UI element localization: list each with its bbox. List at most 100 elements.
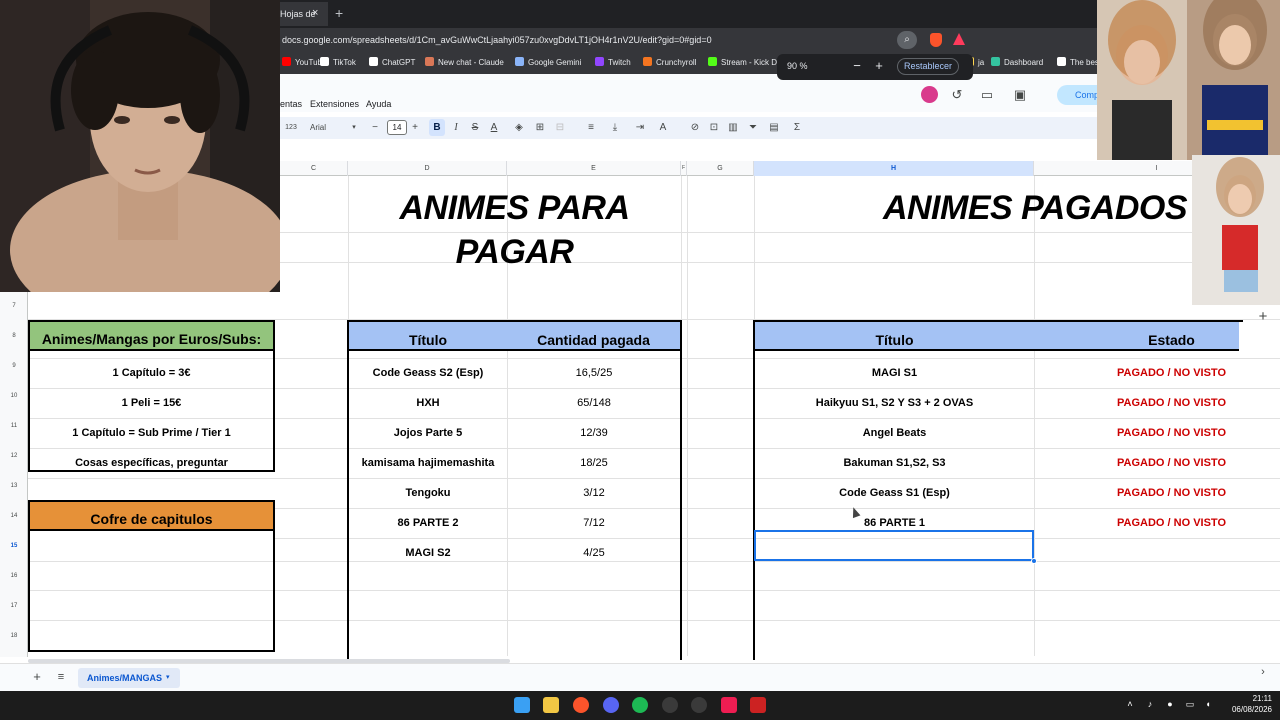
brave-browser-icon[interactable] <box>573 697 589 713</box>
tab-close-icon[interactable]: × <box>312 6 324 20</box>
chart-icon[interactable]: ▥ <box>726 120 740 136</box>
table-cell-titulo[interactable]: Angel Beats <box>755 426 1034 440</box>
chevron-right-icon[interactable]: › <box>1256 665 1270 679</box>
font-size-input[interactable]: 14 <box>387 120 407 135</box>
bookmark-item[interactable]: ChatGPT <box>369 55 415 71</box>
bookmark-item[interactable]: The best <box>1057 55 1101 71</box>
row-header[interactable]: 12 <box>0 450 28 462</box>
discord-icon[interactable] <box>603 697 619 713</box>
bookmark-item[interactable]: New chat - Claude <box>425 55 504 71</box>
table-cell-estado[interactable]: PAGADO / NO VISTO <box>1104 486 1239 500</box>
zoom-reset-button[interactable]: Restablecer <box>897 58 959 75</box>
table-cell-titulo[interactable]: Bakuman S1,S2, S3 <box>755 456 1034 470</box>
borders-icon[interactable]: ⊞ <box>533 120 547 136</box>
column-header-h[interactable]: H <box>754 161 1034 176</box>
table-cell-titulo[interactable]: Jojos Parte 5 <box>349 426 507 440</box>
row-header[interactable]: 11 <box>0 420 28 432</box>
fill-handle[interactable] <box>1031 558 1037 564</box>
history-icon[interactable]: ↺ <box>948 87 966 103</box>
gemini-icon[interactable] <box>921 86 938 103</box>
row-header[interactable]: 13 <box>0 480 28 492</box>
row-header[interactable]: 10 <box>0 390 28 402</box>
all-sheets-button[interactable]: ≡ <box>54 670 68 684</box>
table-cell-titulo[interactable]: Code Geass S2 (Esp) <box>349 366 507 380</box>
column-header-c[interactable]: C <box>280 161 348 176</box>
comment-icon[interactable]: ▭ <box>978 87 996 103</box>
tiktok-live-icon[interactable] <box>721 697 737 713</box>
table-cell-titulo[interactable]: 86 PARTE 2 <box>349 516 507 530</box>
pricing-item[interactable]: 1 Peli = 15€ <box>30 396 273 410</box>
table-cell-estado[interactable]: PAGADO / NO VISTO <box>1104 396 1239 410</box>
col-titulo-header[interactable]: Título <box>755 331 1034 349</box>
row-header[interactable]: 8 <box>0 330 28 342</box>
row-header[interactable]: 9 <box>0 360 28 372</box>
table-cell-titulo[interactable]: HXH <box>349 396 507 410</box>
bold-button[interactable]: B <box>429 119 445 136</box>
table-cell-cantidad[interactable]: 16,5/25 <box>507 366 681 380</box>
obs-secondary-icon[interactable] <box>691 697 707 713</box>
zoom-indicator-icon[interactable]: ⌕ <box>897 31 917 49</box>
functions-button[interactable]: Σ <box>790 120 804 136</box>
merge-cells-icon[interactable]: ⊟ <box>553 120 567 136</box>
chevron-down-icon[interactable]: ▾ <box>349 120 359 136</box>
table-cell-titulo[interactable]: MAGI S2 <box>349 546 507 560</box>
table-cell-titulo[interactable]: 86 PARTE 1 <box>755 516 1034 530</box>
pricing-item[interactable]: Cosas específicas, preguntar <box>30 456 273 470</box>
menu-ayuda[interactable]: Ayuda <box>366 98 391 110</box>
bookmark-item[interactable]: Dashboard <box>991 55 1043 71</box>
decrease-font-size-button[interactable]: − <box>369 120 381 136</box>
text-color-button[interactable]: A <box>487 120 501 136</box>
new-tab-button[interactable]: + <box>335 5 349 21</box>
table-cell-cantidad[interactable]: 7/12 <box>507 516 681 530</box>
table-cell-estado[interactable]: PAGADO / NO VISTO <box>1104 516 1239 530</box>
zoom-out-button[interactable]: − <box>850 58 864 74</box>
add-icon[interactable]: + <box>1256 309 1270 325</box>
align-horizontal-icon[interactable]: ≡ <box>584 120 598 136</box>
table-cell-estado[interactable]: PAGADO / NO VISTO <box>1104 456 1239 470</box>
brave-shield-icon[interactable] <box>930 33 942 47</box>
menu-extensiones[interactable]: Extensiones <box>310 98 359 110</box>
column-header-e[interactable]: E <box>507 161 681 176</box>
increase-font-size-button[interactable]: + <box>409 120 421 136</box>
row-header[interactable]: 16 <box>0 570 28 582</box>
strikethrough-button[interactable]: S <box>468 120 482 136</box>
bookmark-item[interactable]: Twitch <box>595 55 631 71</box>
brave-rewards-icon[interactable] <box>953 33 965 45</box>
col-cantidad-header[interactable]: Cantidad pagada <box>507 331 680 349</box>
menu-herramientas[interactable]: entas <box>280 98 302 110</box>
format-number-button[interactable]: 123 <box>283 120 299 136</box>
fill-color-icon[interactable]: ◈ <box>512 120 526 136</box>
bookmark-item[interactable]: Google Gemini <box>515 55 581 71</box>
column-header-d[interactable]: D <box>348 161 507 176</box>
column-header-g[interactable]: G <box>687 161 754 176</box>
microphone-icon[interactable]: ● <box>1164 698 1176 710</box>
row-header[interactable]: 17 <box>0 600 28 612</box>
table-cell-cantidad[interactable]: 65/148 <box>507 396 681 410</box>
table-cell-titulo[interactable]: Haikyuu S1, S2 Y S3 + 2 OVAS <box>755 396 1034 410</box>
meet-icon[interactable]: ▣ <box>1011 87 1029 103</box>
selected-cell-h15[interactable] <box>754 530 1034 561</box>
row-header[interactable]: 18 <box>0 630 28 642</box>
table-cell-cantidad[interactable]: 18/25 <box>507 456 681 470</box>
sheet-tab-animes-mangas[interactable]: Animes/MANGAS <box>78 668 180 688</box>
file-explorer-icon[interactable] <box>543 697 559 713</box>
table-cell-titulo[interactable]: MAGI S1 <box>755 366 1034 380</box>
zoom-in-button[interactable]: + <box>872 58 886 74</box>
table-cell-cantidad[interactable]: 4/25 <box>507 546 681 560</box>
share-button[interactable]: Comp <box>1057 85 1099 105</box>
clock-time[interactable]: 21:11 <box>1232 693 1272 704</box>
table-cell-cantidad[interactable]: 3/12 <box>507 486 681 500</box>
table-cell-cantidad[interactable]: 12/39 <box>507 426 681 440</box>
table-cell-titulo[interactable]: Code Geass S1 (Esp) <box>755 486 1034 500</box>
chevron-up-icon[interactable]: ˄ <box>1124 698 1136 710</box>
network-icon[interactable]: ▭ <box>1184 698 1196 710</box>
clock-date[interactable]: 06/08/2026 <box>1222 704 1272 715</box>
bookmark-item[interactable]: Crunchyroll <box>643 55 696 71</box>
speaker-icon[interactable]: ♪ <box>1144 698 1156 710</box>
table-cell-titulo[interactable]: kamisama hajimemashita <box>349 456 507 470</box>
pricing-item[interactable]: 1 Capítulo = Sub Prime / Tier 1 <box>30 426 273 440</box>
row-header-selected[interactable]: 15 <box>0 540 28 552</box>
row-header[interactable]: 14 <box>0 510 28 522</box>
table-cell-titulo[interactable]: Tengoku <box>349 486 507 500</box>
obs-icon[interactable] <box>662 697 678 713</box>
